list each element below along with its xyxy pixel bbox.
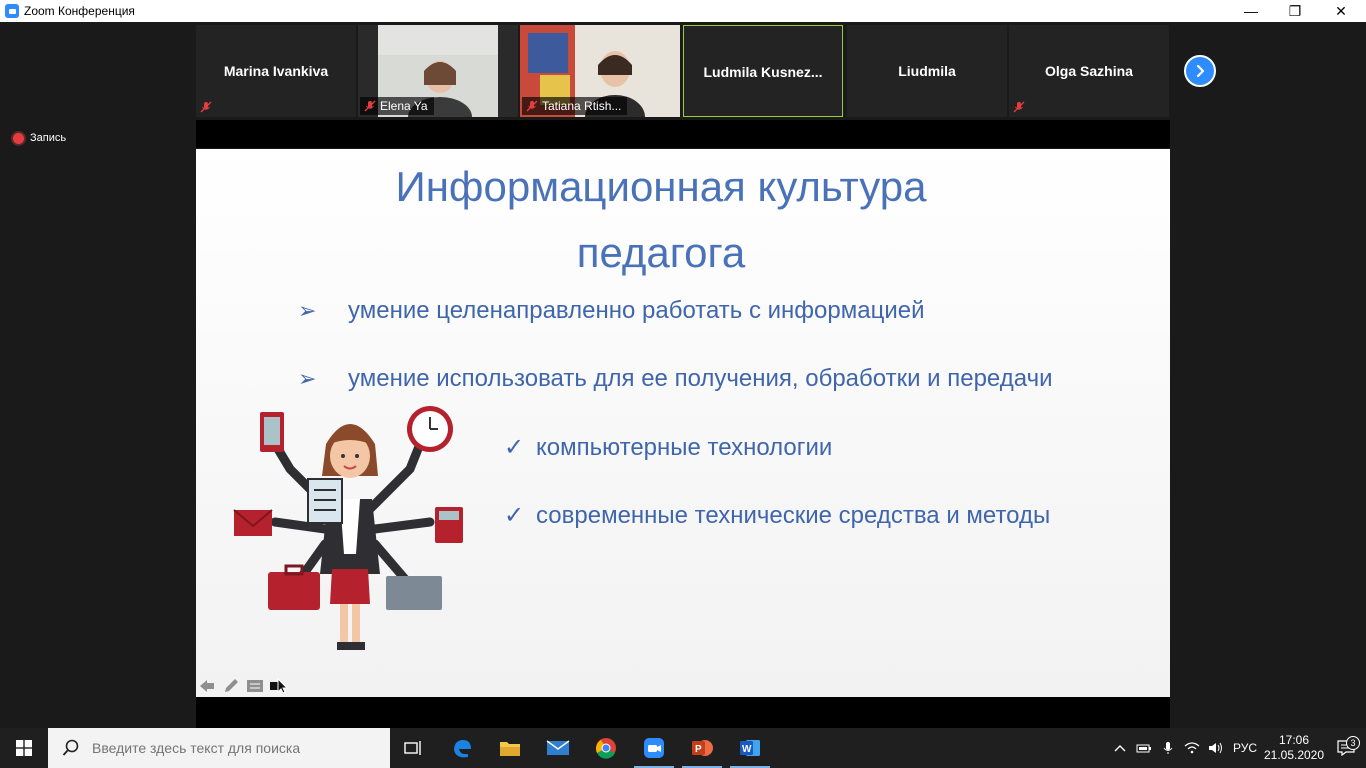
muted-mic-icon	[364, 100, 376, 112]
shared-slide: Информационная культура педагога ➢ умени…	[196, 149, 1170, 697]
muted-mic-icon	[200, 101, 212, 113]
slide-sub-bullet: ✓ компьютерные технологии	[504, 433, 832, 462]
taskbar-edge[interactable]	[438, 728, 486, 768]
word-icon: W	[740, 740, 760, 756]
zoom-meeting-area: Запись Marina Ivankiva Elena Ya Tatiana …	[0, 22, 1366, 728]
search-input[interactable]	[92, 740, 382, 756]
participant-name: Marina Ivankiva	[223, 63, 329, 79]
slide-bullet: ➢ умение целенаправленно работать с инфо…	[298, 297, 925, 325]
chrome-icon	[596, 738, 616, 759]
edge-icon	[454, 740, 471, 758]
check-icon: ✓	[504, 502, 525, 529]
search-icon	[62, 739, 79, 756]
next-participants-button[interactable]	[1184, 55, 1216, 87]
participant-name: Tatiana Rtish...	[542, 99, 622, 113]
taskbar-chrome[interactable]	[582, 728, 630, 768]
bullet-text: умение использовать для ее получения, об…	[348, 365, 1053, 392]
participant-name: Olga Sazhina	[1045, 63, 1133, 79]
task-view-icon	[404, 741, 421, 755]
arrow-left-icon[interactable]	[198, 677, 216, 695]
arrow-bullet-icon: ➢	[298, 298, 317, 323]
battery-icon[interactable]	[1132, 742, 1156, 754]
mail-icon	[546, 740, 570, 755]
participant-name: Elena Ya	[380, 99, 428, 113]
taskbar-mail[interactable]	[534, 728, 582, 768]
clock[interactable]: 17:06 21.05.2020	[1262, 733, 1326, 763]
title-bar: Zoom Конференция — ❐ ✕	[0, 0, 1366, 22]
task-view-button[interactable]	[390, 728, 438, 768]
participant-tile[interactable]: Liudmila	[847, 25, 1007, 117]
multitasking-teacher-illustration	[233, 406, 463, 650]
participant-tile[interactable]: Tatiana Rtish...	[520, 25, 680, 139]
participant-name: Ludmila Kusnez...	[703, 64, 823, 80]
windows-logo-icon	[16, 740, 32, 756]
clock-date: 21.05.2020	[1263, 748, 1325, 762]
participant-tile[interactable]: Olga Sazhina	[1009, 25, 1169, 117]
action-center-button[interactable]: 3	[1326, 736, 1366, 756]
participant-strip: Marina Ivankiva Elena Ya Tatiana Rtish..…	[196, 25, 1170, 139]
slide-bullet: ➢ умение использовать для ее получения, …	[298, 365, 1052, 393]
taskbar-zoom[interactable]	[630, 728, 678, 768]
wifi-icon[interactable]	[1180, 742, 1204, 754]
screen-share-top-bar	[196, 120, 1170, 148]
chevron-right-icon	[1196, 64, 1205, 78]
participant-tile[interactable]: Marina Ivankiva	[196, 25, 356, 117]
recording-label: Запись	[30, 132, 67, 144]
minimize-button[interactable]: —	[1228, 0, 1274, 22]
slide-annotation-toolbar	[198, 677, 288, 695]
window-title: Zoom Конференция	[24, 4, 135, 18]
participant-tile-active-speaker[interactable]: Ludmila Kusnez...	[683, 25, 843, 117]
svg-text:W: W	[742, 744, 752, 755]
muted-mic-icon	[1013, 101, 1025, 113]
screen-share-bottom-bar	[196, 697, 1170, 728]
bullet-text: компьютерные технологии	[536, 433, 833, 461]
input-language[interactable]: РУС	[1228, 741, 1262, 755]
participant-name: Liudmila	[898, 63, 956, 79]
taskbar-word[interactable]: W	[726, 728, 774, 768]
clock-time: 17:06	[1278, 733, 1310, 747]
check-icon: ✓	[504, 434, 525, 461]
mouse-cursor-icon	[270, 677, 288, 695]
taskbar-file-explorer[interactable]	[486, 728, 534, 768]
arrow-bullet-icon: ➢	[298, 366, 317, 391]
pen-icon[interactable]	[222, 677, 240, 695]
system-tray: РУС 17:06 21.05.2020 3	[1108, 728, 1366, 768]
notification-count-badge: 3	[1346, 736, 1360, 750]
folder-icon	[500, 742, 520, 756]
maximize-button[interactable]: ❐	[1272, 0, 1318, 22]
bullet-text: умение целенаправленно работать с информ…	[348, 297, 925, 324]
chevron-up-icon[interactable]	[1108, 744, 1132, 752]
close-button[interactable]: ✕	[1318, 0, 1364, 22]
slide-sub-bullet: ✓ современные технические средства и мет…	[504, 501, 1050, 530]
slide-title-line-1: Информационная культура	[395, 163, 927, 210]
svg-text:P: P	[695, 744, 702, 755]
taskbar-search-box[interactable]	[48, 728, 390, 768]
record-icon	[13, 132, 24, 144]
muted-mic-icon	[526, 100, 538, 112]
slide-title-line-2: педагога	[576, 229, 746, 276]
microphone-icon[interactable]	[1156, 741, 1180, 755]
participant-video-label: Tatiana Rtish...	[522, 97, 628, 115]
taskbar: P W РУС 17:06 21.05.2020	[0, 728, 1366, 768]
volume-icon[interactable]	[1204, 741, 1228, 755]
zoom-icon	[644, 738, 664, 758]
participant-video-label: Elena Ya	[360, 97, 434, 115]
zoom-app-icon	[5, 4, 19, 18]
start-button[interactable]	[0, 728, 48, 768]
bullet-text: современные технические средства и метод…	[536, 501, 1051, 529]
recording-indicator[interactable]: Запись	[13, 132, 66, 144]
powerpoint-icon: P	[692, 740, 713, 756]
participant-tile[interactable]: Elena Ya	[358, 25, 518, 137]
taskbar-powerpoint[interactable]: P	[678, 728, 726, 768]
menu-icon[interactable]	[246, 677, 264, 695]
